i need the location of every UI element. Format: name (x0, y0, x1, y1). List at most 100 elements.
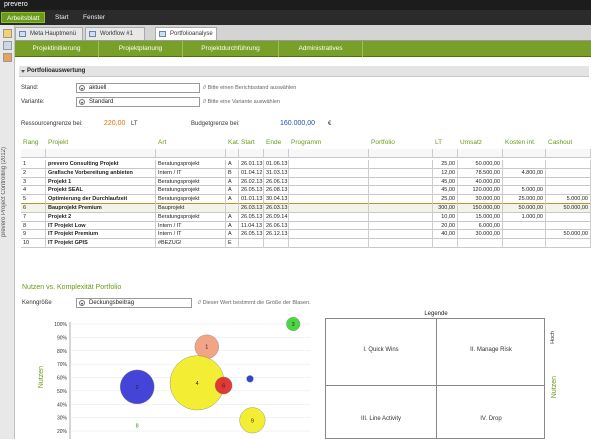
cell-ende: 26.08.13 (266, 186, 289, 196)
tab-portfolioanalyse[interactable]: Portfolioanalyse (155, 27, 217, 40)
navigation-bar: Projektinitiierung Projektplanung Projek… (15, 41, 591, 57)
cell-projekt[interactable]: Projekt SEAL (46, 186, 156, 196)
folder-icon[interactable] (3, 29, 12, 38)
kenngroesse-label: Kenngröße (22, 300, 52, 306)
cell-projekt[interactable]: Projekt 2 (46, 212, 156, 222)
cell-ende: 26.06.13 (266, 177, 289, 187)
column-header-kat[interactable]: Kat. (228, 138, 240, 148)
column-header-cashout[interactable]: Cashout (548, 138, 572, 148)
cell-projekt[interactable]: prevero Consulting Projekt (46, 160, 156, 169)
cell-umsatz: 50.000,00 (458, 160, 503, 169)
y-tick-label: 60% (57, 376, 68, 382)
nav-projektplanung[interactable]: Projektplanung (99, 41, 183, 57)
section-portfolioauswertung[interactable]: Portfolioauswertung (19, 66, 589, 77)
filter-cell[interactable] (264, 149, 289, 158)
cell-portfolio (369, 195, 433, 204)
tab-window-icon (159, 31, 166, 37)
budgetgrenze-value[interactable]: 160.000,00 (280, 120, 315, 127)
cell-programm (289, 177, 369, 187)
column-header-start[interactable]: Start (241, 138, 255, 148)
table-row[interactable]: 6 Bauprojekt Premium Bauprojekt 26.03.13 26.… (21, 204, 591, 213)
quadrant-manage-risk: II. Manage Risk (470, 347, 512, 353)
cell-projekt[interactable]: IT Projekt GPIS (46, 239, 156, 248)
table-row[interactable]: 9 IT Projekt Premium Intern / IT A 26.05.13 2… (21, 230, 591, 240)
y-tick-label: 70% (57, 362, 68, 368)
filter-row[interactable] (21, 149, 591, 158)
table-row[interactable]: 8 IT Projekt Low Intern / IT A 11.04.13 26.06… (21, 221, 591, 231)
bubble-label: 9 (251, 418, 254, 424)
y-tick-label: 80% (57, 349, 68, 355)
bubble-label: 4 (196, 381, 199, 387)
filter-cell[interactable] (239, 149, 264, 158)
cell-lt: 20,00 (433, 221, 458, 231)
cell-portfolio (369, 221, 433, 231)
filter-cell[interactable] (369, 149, 433, 158)
filter-cell[interactable] (458, 149, 503, 158)
cell-kosten (503, 160, 546, 169)
cell-projekt[interactable]: Bauprojekt Premium (46, 204, 156, 213)
filter-cell[interactable] (433, 149, 458, 158)
cell-art: Bauprojekt (156, 204, 226, 213)
filter-cell[interactable] (289, 149, 369, 158)
column-header-projekt[interactable]: Projekt (48, 138, 68, 148)
column-header-portfolio[interactable]: Portfolio (371, 138, 395, 148)
tab-workflow[interactable]: Workflow #1 (85, 27, 145, 40)
filter-cell[interactable] (503, 149, 546, 158)
cell-kat: A (226, 177, 239, 187)
column-header-umsatz[interactable]: Umsatz (460, 138, 482, 148)
nav-projektdurchfuehrung[interactable]: Projektdurchführung (183, 41, 279, 57)
cell-projekt[interactable]: Projekt 1 (46, 177, 156, 187)
menu-start[interactable]: Start (50, 12, 74, 23)
cell-cashout: 50.000,00 (546, 230, 591, 240)
column-header-programm[interactable]: Programm (291, 138, 321, 148)
filter-cell[interactable] (21, 149, 46, 158)
cell-art: Beratungsprojekt (156, 160, 226, 169)
cell-lt: 300,00 (433, 204, 458, 213)
table-row[interactable]: 7 Projekt 2 Beratungsprojekt A 26.05.13 26.09… (21, 212, 591, 222)
filter-cell[interactable] (156, 149, 226, 158)
menu-arbeitsblatt[interactable]: Arbeitsblatt (1, 12, 45, 23)
table-row[interactable]: 10 IT Projekt GPIS #BEZUG! E (21, 239, 591, 248)
dropdown-icon (79, 85, 85, 91)
table-row[interactable]: 2 Grafische Vorbereitung anbieten Intern /… (21, 168, 591, 178)
filter-cell[interactable] (226, 149, 239, 158)
variante-select[interactable]: Standard (76, 97, 200, 107)
bubble-point (246, 375, 254, 383)
legend-hdivider (326, 385, 544, 386)
column-header-rang[interactable]: Rang (23, 138, 39, 148)
cell-projekt[interactable]: IT Projekt Low (46, 221, 156, 231)
nav-projektinitiierung[interactable]: Projektinitiierung (15, 41, 99, 57)
cell-start: 01.04.12 (241, 168, 264, 178)
tab-meta-hauptmenu[interactable]: Meta Hauptmenü (15, 27, 83, 40)
cell-programm (289, 239, 369, 248)
table-row[interactable]: 5 Optimierung der Durchlaufzeit Beratungsp… (21, 195, 591, 204)
cell-projekt[interactable]: Grafische Vorbereitung anbieten (46, 168, 156, 178)
filter-cell[interactable] (546, 149, 591, 158)
ressourcengrenze-value[interactable]: 220,00 (104, 120, 125, 127)
kenngroesse-select[interactable]: Deckungsbeitrag (76, 298, 192, 308)
column-header-kosten[interactable]: Kosten int. (505, 138, 536, 148)
table-row[interactable]: 4 Projekt SEAL Beratungsprojekt A 26.05.13 26… (21, 186, 591, 196)
document-icon[interactable] (3, 41, 12, 50)
column-header-lt[interactable]: LT (435, 138, 442, 148)
column-header-art[interactable]: Art (158, 138, 166, 148)
cell-lt: 12,00 (433, 168, 458, 178)
menu-fenster[interactable]: Fenster (78, 12, 110, 23)
table-row[interactable]: 3 Projekt 1 Beratungsprojekt A 26.02.13 26.06… (21, 177, 591, 187)
column-header-ende[interactable]: Ende (266, 138, 281, 148)
table-row[interactable]: 1 prevero Consulting Projekt Beratungsproj… (21, 160, 591, 169)
variante-label: Variante: (21, 99, 45, 105)
cell-projekt[interactable]: Optimierung der Durchlaufzeit (46, 195, 156, 204)
cell-ende: 30.04.13 (266, 195, 289, 204)
cell-umsatz: 40.000,00 (458, 177, 503, 187)
box-icon[interactable] (3, 53, 12, 62)
stand-select[interactable]: aktuell (76, 83, 200, 93)
cell-rang: 10 (21, 239, 46, 248)
cell-projekt[interactable]: IT Projekt Premium (46, 230, 156, 240)
filter-cell[interactable] (46, 149, 156, 158)
budgetgrenze-label: Budgetgrenze bei: (191, 121, 240, 127)
cell-umsatz: 6.000,00 (458, 221, 503, 231)
nav-administratives[interactable]: Administratives (279, 41, 363, 57)
cell-programm (289, 221, 369, 231)
cell-cashout (546, 212, 591, 222)
